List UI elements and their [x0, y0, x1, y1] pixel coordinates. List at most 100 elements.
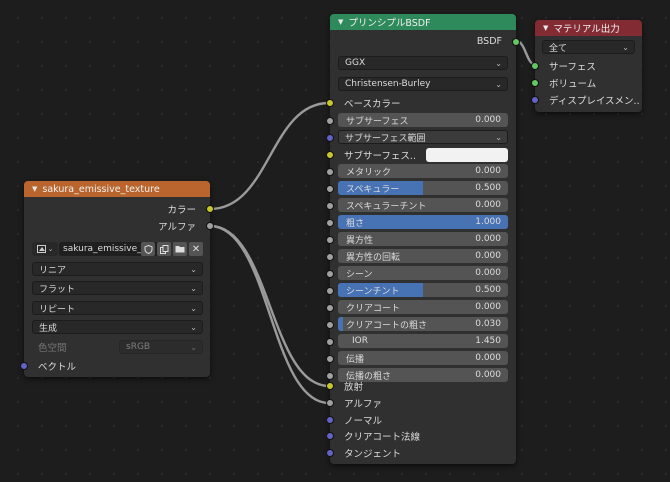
subsurface-field[interactable]: サブサーフェス 0.000	[338, 113, 508, 127]
image-browse-button[interactable]: ⌄	[32, 242, 58, 256]
roughness-field[interactable]: 粗さ 1.000	[338, 215, 508, 229]
output-node-header[interactable]: ▼ マテリアル出力	[535, 20, 642, 36]
anisotropic-rotation-label: 異方性の回転	[346, 252, 401, 263]
bsdf-node-title: プリンシプルBSDF	[348, 18, 431, 29]
anisotropic-socket[interactable]	[326, 236, 334, 244]
emission-socket[interactable]	[326, 382, 334, 390]
clearcoat-normal-socket[interactable]	[326, 432, 334, 440]
base-color-label: ベースカラー	[344, 98, 401, 110]
colorspace-label: 色空間	[38, 342, 67, 354]
transmission-socket[interactable]	[326, 355, 334, 363]
distribution-value: GGX	[345, 58, 366, 68]
anisotropic-rotation-field[interactable]: 異方性の回転 0.000	[338, 249, 508, 263]
specular-label: スペキュラー	[346, 184, 400, 195]
interpolation-value: リニア	[39, 265, 67, 276]
specular-socket[interactable]	[326, 185, 334, 193]
vector-input-socket[interactable]	[20, 362, 28, 370]
fake-user-shield-icon[interactable]	[141, 242, 155, 256]
subsurface-color-socket[interactable]	[326, 151, 334, 159]
link-alpha-to-emission	[209, 224, 330, 388]
volume-label: ボリューム	[549, 78, 597, 90]
specular-field[interactable]: スペキュラー 0.500	[338, 181, 508, 195]
subsurface-radius-dropdown[interactable]: サブサーフェス範囲 ⌄	[338, 130, 508, 144]
tangent-label: タンジェント	[344, 448, 402, 460]
target-dropdown[interactable]: 全て ⌄	[542, 40, 635, 54]
extension-dropdown[interactable]: リピート ⌄	[32, 301, 203, 315]
bsdf-output-socket[interactable]	[512, 38, 520, 46]
normal-socket[interactable]	[326, 416, 334, 424]
subsurface-color-label: サブサーフェス..	[344, 151, 416, 162]
volume-socket[interactable]	[531, 79, 539, 87]
chevron-down-icon: ⌄	[190, 322, 197, 332]
collapse-chevron-icon[interactable]: ▼	[543, 24, 548, 32]
sheen-field[interactable]: シーン 0.000	[338, 266, 508, 280]
subsurface-socket[interactable]	[326, 117, 334, 125]
colorspace-row: 色空間 sRGB ⌄	[24, 338, 210, 355]
base-color-socket[interactable]	[326, 99, 334, 107]
collapse-chevron-icon[interactable]: ▼	[338, 18, 343, 26]
bsdf-node-header[interactable]: ▼ プリンシプルBSDF	[330, 14, 516, 30]
collapse-chevron-icon[interactable]: ▼	[32, 185, 37, 193]
subsurface-color-swatch[interactable]	[426, 148, 508, 162]
output-alpha-socket[interactable]	[206, 222, 214, 230]
roughness-value: 1.000	[475, 217, 501, 227]
anisotropic-label: 異方性	[346, 235, 374, 246]
colorspace-dropdown[interactable]: sRGB ⌄	[119, 340, 203, 354]
metallic-value: 0.000	[475, 166, 501, 176]
specular-tint-field[interactable]: スペキュラーチント 0.000	[338, 198, 508, 212]
sheen-socket[interactable]	[326, 270, 334, 278]
clearcoat-roughness-socket[interactable]	[326, 321, 334, 329]
tangent-socket[interactable]	[326, 449, 334, 457]
clearcoat-roughness-field[interactable]: クリアコートの粗さ 0.030	[338, 317, 508, 331]
distribution-dropdown[interactable]: GGX ⌄	[338, 56, 508, 70]
metallic-socket[interactable]	[326, 168, 334, 176]
transmission-value: 0.000	[475, 353, 501, 363]
vector-input-row: ベクトル	[20, 357, 210, 374]
sheen-tint-field[interactable]: シーンチント 0.500	[338, 283, 508, 297]
subsurface-radius-socket[interactable]	[326, 134, 334, 142]
output-color-label: カラー	[167, 204, 196, 216]
texture-node-header[interactable]: ▼ sakura_emissive_texture	[24, 181, 210, 197]
specular-tint-socket[interactable]	[326, 202, 334, 210]
base-color-row: ベースカラー	[326, 94, 516, 111]
output-color-socket[interactable]	[206, 205, 214, 213]
subsurface-method-dropdown[interactable]: Christensen-Burley ⌄	[338, 77, 508, 91]
anisotropic-field[interactable]: 異方性 0.000	[338, 232, 508, 246]
specular-tint-value: 0.000	[475, 200, 501, 210]
clearcoat-field[interactable]: クリアコート 0.000	[338, 300, 508, 314]
surface-socket[interactable]	[531, 62, 539, 70]
open-folder-icon[interactable]	[173, 242, 187, 256]
metallic-field[interactable]: メタリック 0.000	[338, 164, 508, 178]
alpha-socket[interactable]	[326, 399, 334, 407]
projection-dropdown[interactable]: フラット ⌄	[32, 281, 203, 295]
transmission-field[interactable]: 伝播 0.000	[338, 351, 508, 365]
chevron-down-icon: ⌄	[495, 58, 502, 68]
bsdf-output-row: BSDF	[330, 33, 520, 50]
duplicate-icon[interactable]	[157, 242, 171, 256]
output-node-title: マテリアル出力	[553, 24, 620, 35]
subsurface-radius-label: サブサーフェス範囲	[345, 133, 426, 144]
interpolation-dropdown[interactable]: リニア ⌄	[32, 262, 203, 276]
volume-row: ボリューム	[531, 74, 642, 91]
material-output-node[interactable]: ▼ マテリアル出力 全て ⌄ サーフェス ボリューム ディスプレイスメン..	[531, 20, 642, 112]
chevron-down-icon: ⌄	[495, 132, 502, 142]
clearcoat-socket[interactable]	[326, 304, 334, 312]
chevron-down-icon: ⌄	[190, 283, 197, 293]
chevron-down-icon: ⌄	[495, 79, 502, 89]
source-dropdown[interactable]: 生成 ⌄	[32, 320, 203, 334]
link-alpha-to-alpha	[209, 224, 330, 405]
ior-field[interactable]: IOR 1.450	[338, 334, 508, 348]
specular-value: 0.500	[475, 183, 501, 193]
image-texture-node[interactable]: ▼ sakura_emissive_texture カラー アルファ ⌄ sak…	[20, 181, 214, 377]
target-value: 全て	[549, 43, 568, 54]
displacement-socket[interactable]	[531, 96, 539, 104]
sheen-tint-value: 0.500	[475, 285, 501, 295]
sheen-tint-socket[interactable]	[326, 287, 334, 295]
ior-socket[interactable]	[326, 338, 334, 346]
chevron-down-icon: ⌄	[190, 264, 197, 274]
anisotropic-rotation-socket[interactable]	[326, 253, 334, 261]
close-icon[interactable]: ✕	[189, 242, 203, 256]
vector-input-label: ベクトル	[38, 361, 77, 373]
principled-bsdf-node[interactable]: ▼ プリンシプルBSDF BSDF GGX ⌄ Christensen-Burl…	[326, 14, 520, 464]
roughness-socket[interactable]	[326, 219, 334, 227]
